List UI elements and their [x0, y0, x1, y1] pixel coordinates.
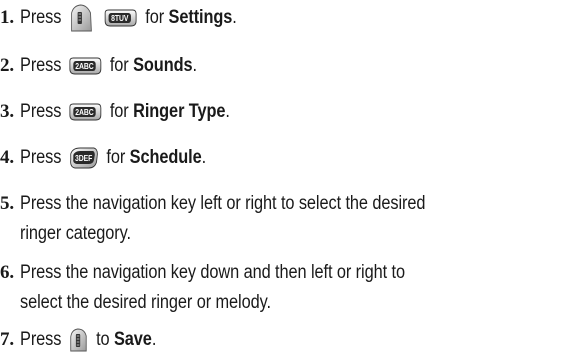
schedule-target: Schedule	[129, 147, 202, 168]
step-text: Press to Save.	[20, 324, 491, 355]
step-text: Press 2ABC for Ringer Type.	[20, 101, 230, 122]
press-label: Press	[20, 101, 62, 122]
step-number: 6.	[0, 262, 15, 283]
svg-text:2ABC: 2ABC	[76, 107, 95, 117]
for-label: for	[109, 101, 129, 122]
step-text: Press 2ABC for Sounds.	[20, 55, 197, 76]
svg-text:2ABC: 2ABC	[76, 61, 95, 71]
for-label: for	[106, 147, 126, 168]
press-label: Press	[20, 55, 62, 76]
key-2-icon: 2ABC	[68, 56, 102, 76]
step-text: Press 3DEF for Schedule.	[20, 146, 207, 170]
press-label: Press	[20, 7, 62, 28]
step-text-line-1: Press the navigation key left or right t…	[20, 193, 426, 214]
menu-key-icon	[68, 3, 94, 33]
menu-ok-key-icon	[68, 327, 89, 353]
step-number: 4.	[0, 147, 15, 168]
step-text-line-2: ringer category.	[20, 223, 131, 244]
step-number: 3.	[0, 101, 15, 122]
press-label: Press	[20, 147, 62, 168]
step-number: 7.	[0, 329, 15, 350]
for-label: for	[145, 7, 165, 28]
settings-target: Settings	[168, 7, 233, 28]
to-label: to	[96, 329, 110, 350]
svg-text:3DEF: 3DEF	[75, 153, 93, 163]
step-text: Press 8TUV for Settings.	[20, 2, 491, 33]
sounds-target: Sounds	[133, 55, 193, 76]
svg-text:8TUV: 8TUV	[112, 13, 129, 23]
save-target: Save	[113, 329, 152, 350]
ringer-type-target: Ringer Type	[133, 101, 226, 122]
for-label: for	[109, 55, 129, 76]
step-number: 1.	[0, 7, 15, 28]
key-3-icon: 3DEF	[68, 146, 99, 170]
key-2-icon: 2ABC	[68, 102, 102, 122]
key-8-icon: 8TUV	[104, 8, 138, 28]
step-text-line-2: select the desired ringer or melody.	[20, 292, 271, 313]
step-number: 2.	[0, 55, 15, 76]
press-label: Press	[20, 329, 62, 350]
step-number: 5.	[0, 193, 15, 214]
step-text-line-1: Press the navigation key down and then l…	[20, 262, 405, 283]
